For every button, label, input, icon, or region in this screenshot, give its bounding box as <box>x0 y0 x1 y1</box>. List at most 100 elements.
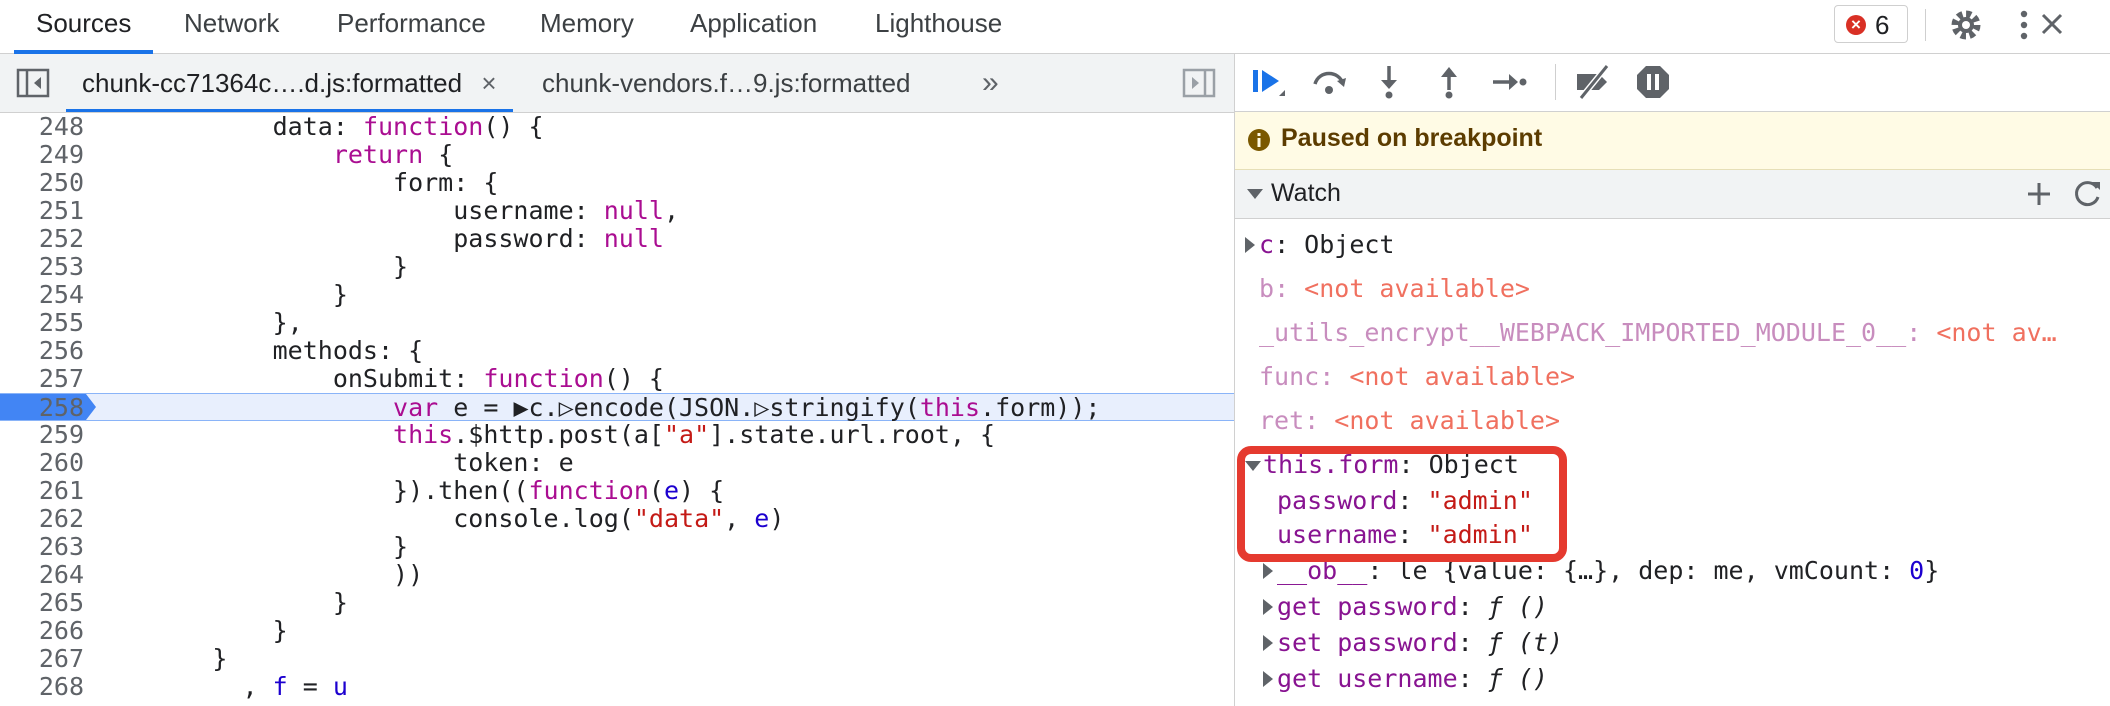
code-text: }).then((function(e) { <box>92 476 725 505</box>
code-line[interactable]: 248 data: function() { <box>0 113 1234 141</box>
code-line[interactable]: 256 methods: { <box>0 337 1234 365</box>
code-line[interactable]: 264 )) <box>0 561 1234 589</box>
line-number[interactable]: 268 <box>0 673 84 701</box>
line-number[interactable]: 249 <box>0 141 84 169</box>
tab-application[interactable]: Application <box>690 0 817 50</box>
code-line[interactable]: 266 } <box>0 617 1234 645</box>
toggle-debugger-icon[interactable] <box>1182 68 1216 98</box>
line-number[interactable]: 259 <box>0 421 84 449</box>
code-line[interactable]: 251 username: null, <box>0 197 1234 225</box>
resume-icon[interactable] <box>1249 62 1289 102</box>
gear-icon[interactable] <box>1948 7 1984 43</box>
file-tab-label: chunk-cc71364c….d.js:formatted <box>82 68 463 98</box>
watch-item-b[interactable]: b: <not available> <box>1259 274 1530 304</box>
expand-triangle-icon <box>1263 635 1273 651</box>
divider <box>1555 64 1556 100</box>
code-line[interactable]: 260 token: e <box>0 449 1234 477</box>
code-area[interactable]: 248 data: function() {249 return {250 fo… <box>0 113 1234 706</box>
code-text: return { <box>332 140 454 169</box>
line-number[interactable]: 261 <box>0 477 84 505</box>
code-text: } <box>92 616 288 645</box>
tab-sources[interactable]: Sources <box>14 0 154 54</box>
code-line[interactable]: 254 } <box>0 281 1234 309</box>
property-set-password[interactable]: set password: ƒ (t) <box>1263 628 1563 658</box>
expand-triangle-icon <box>1263 671 1273 687</box>
code-text: password: null <box>92 224 664 253</box>
close-tab-icon[interactable]: × <box>481 68 496 98</box>
code-text: onSubmit: function() { <box>92 364 664 393</box>
tab-lighthouse[interactable]: Lighthouse <box>875 0 1002 50</box>
step-out-icon[interactable] <box>1429 62 1469 102</box>
watch-item-utils[interactable]: _utils_encrypt__WEBPACK_IMPORTED_MODULE_… <box>1259 318 2057 348</box>
code-line[interactable]: 257 onSubmit: function() { <box>0 365 1234 393</box>
more-tabs-icon[interactable]: » <box>982 54 999 109</box>
line-number[interactable]: 265 <box>0 589 84 617</box>
code-line[interactable]: 258 var e = ▶c.▷encode(JSON.▷stringify(t… <box>0 393 1234 422</box>
watch-item-func[interactable]: func: <not available> <box>1259 362 1575 392</box>
expand-triangle-icon <box>1263 563 1273 579</box>
code-line[interactable]: 267 } <box>0 645 1234 673</box>
step-into-icon[interactable] <box>1369 62 1409 102</box>
paused-message: Paused on breakpoint <box>1281 124 1543 152</box>
watch-item-c[interactable]: c: Object <box>1245 230 1394 260</box>
line-number[interactable]: 264 <box>0 561 84 589</box>
add-watch-icon[interactable] <box>2025 180 2053 208</box>
line-number[interactable]: 254 <box>0 281 84 309</box>
watch-section-header[interactable]: Watch <box>1235 170 2110 219</box>
expand-triangle-icon <box>1263 599 1273 615</box>
code-line[interactable]: 265 } <box>0 589 1234 617</box>
file-tab-active[interactable]: chunk-cc71364c….d.js:formatted × <box>66 54 513 112</box>
deactivate-breakpoints-icon[interactable] <box>1573 62 1613 102</box>
code-text: , f = u <box>92 672 348 701</box>
error-count-badge[interactable]: × 6 <box>1834 5 1908 43</box>
code-line[interactable]: 253 } <box>0 253 1234 281</box>
code-line[interactable]: 255 }, <box>0 309 1234 337</box>
tab-memory[interactable]: Memory <box>540 0 634 50</box>
error-count: 6 <box>1875 10 1890 40</box>
line-number[interactable]: 255 <box>0 309 84 337</box>
tab-network[interactable]: Network <box>184 0 279 50</box>
code-text: this.$http.post(a["a"].state.url.root, { <box>393 420 996 449</box>
line-number[interactable]: 266 <box>0 617 84 645</box>
code-line[interactable]: 249 return { <box>0 141 1234 169</box>
tab-performance[interactable]: Performance <box>337 0 486 50</box>
code-line[interactable]: 261 }).then((function(e) { <box>0 477 1234 505</box>
code-text: } <box>92 588 348 617</box>
close-icon[interactable] <box>2036 8 2068 40</box>
line-number[interactable]: 257 <box>0 365 84 393</box>
line-number[interactable]: 250 <box>0 169 84 197</box>
watch-item-ret[interactable]: ret: <not available> <box>1259 406 1560 436</box>
property-get-password[interactable]: get password: ƒ () <box>1263 592 1548 622</box>
file-tabbar: chunk-cc71364c….d.js:formatted × chunk-v… <box>0 54 1234 113</box>
step-icon[interactable] <box>1489 62 1529 102</box>
more-options-icon[interactable] <box>2014 7 2034 43</box>
code-text: data: function() { <box>92 112 544 141</box>
code-text: } <box>92 252 409 281</box>
code-line[interactable]: 259 this.$http.post(a["a"].state.url.roo… <box>0 421 1234 449</box>
line-number[interactable]: 253 <box>0 253 84 281</box>
toggle-navigator-icon[interactable] <box>16 68 50 98</box>
step-over-icon[interactable] <box>1309 62 1349 102</box>
refresh-icon[interactable] <box>2073 179 2103 209</box>
code-line[interactable]: 250 form: { <box>0 169 1234 197</box>
watch-title: Watch <box>1271 179 1341 207</box>
line-number[interactable]: 260 <box>0 449 84 477</box>
pause-on-exceptions-icon[interactable] <box>1633 62 1673 102</box>
line-number[interactable]: 258 <box>0 394 84 422</box>
paused-banner: Paused on breakpoint <box>1235 112 2110 170</box>
line-number[interactable]: 251 <box>0 197 84 225</box>
line-number[interactable]: 267 <box>0 645 84 673</box>
code-line[interactable]: 268 , f = u <box>0 673 1234 701</box>
code-line[interactable]: 263 } <box>0 533 1234 561</box>
line-number[interactable]: 248 <box>0 113 84 141</box>
code-line[interactable]: 262 console.log("data", e) <box>0 505 1234 533</box>
debugger-toolbar <box>1235 54 2110 112</box>
property-get-username[interactable]: get username: ƒ () <box>1263 664 1548 694</box>
line-number[interactable]: 263 <box>0 533 84 561</box>
line-number[interactable]: 262 <box>0 505 84 533</box>
file-tab[interactable]: chunk-vendors.f…9.js:formatted <box>542 54 911 109</box>
line-number[interactable]: 256 <box>0 337 84 365</box>
line-number[interactable]: 252 <box>0 225 84 253</box>
code-line[interactable]: 252 password: null <box>0 225 1234 253</box>
error-icon: × <box>1846 15 1866 35</box>
